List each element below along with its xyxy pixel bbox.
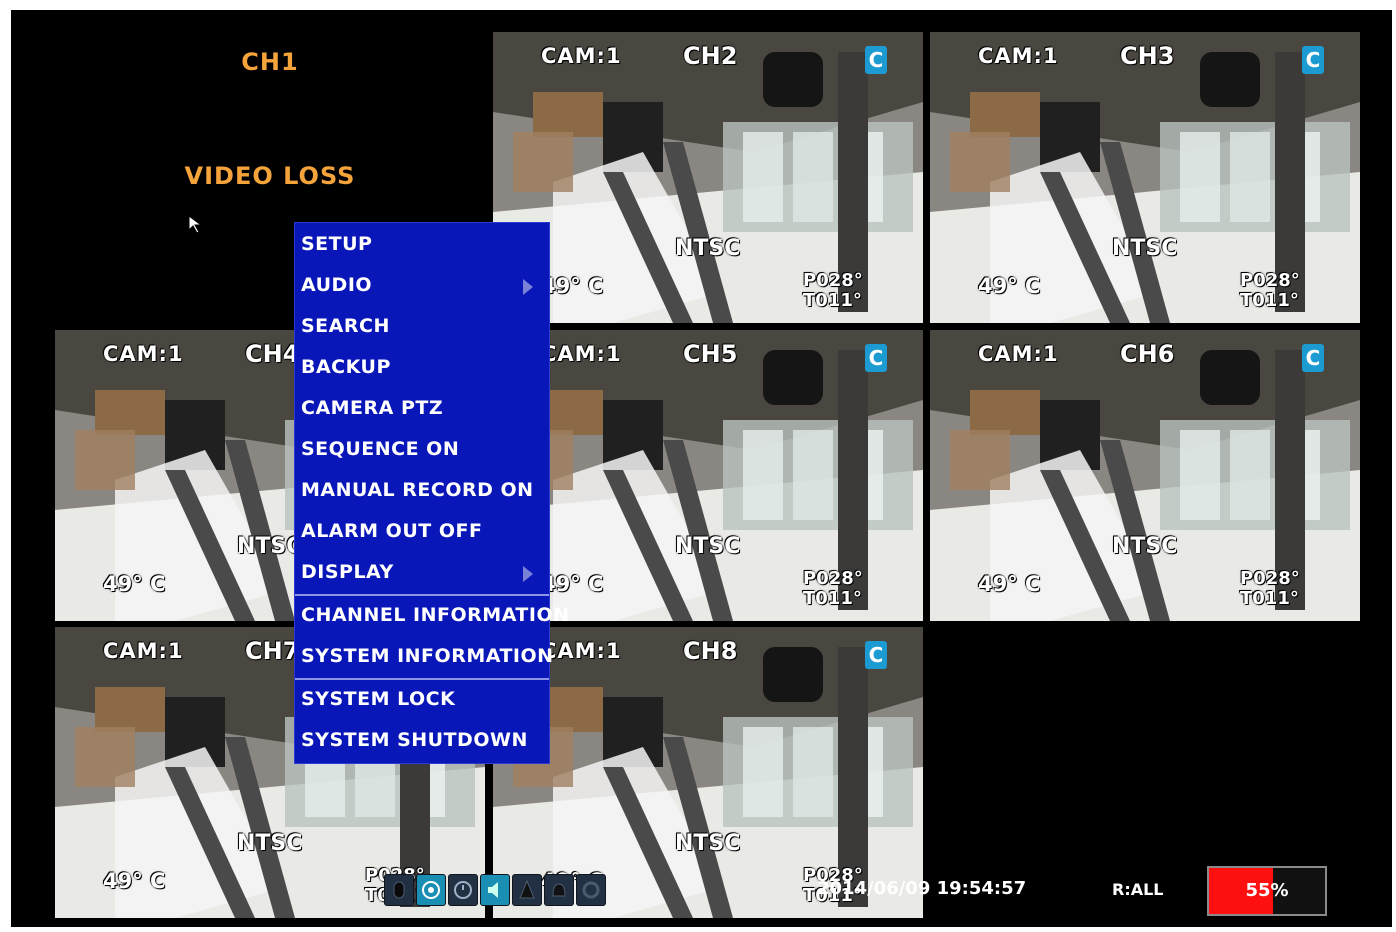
camera-status-badge: C bbox=[1302, 46, 1324, 74]
channel-label: CH2 bbox=[683, 42, 738, 70]
temperature-label: 49° C bbox=[978, 572, 1041, 596]
temperature-label: 49° C bbox=[978, 274, 1041, 298]
record-mode: R:ALL bbox=[1112, 880, 1164, 899]
bell-icon[interactable] bbox=[544, 874, 574, 906]
speaker-icon[interactable] bbox=[480, 874, 510, 906]
camera-status-badge: C bbox=[865, 641, 887, 669]
menu-item-display[interactable]: DISPLAY bbox=[301, 561, 394, 583]
pan-readout: P028° bbox=[803, 270, 863, 291]
submenu-arrow-icon bbox=[523, 279, 533, 295]
pan-readout: P028° bbox=[1240, 568, 1300, 589]
refresh-icon[interactable] bbox=[576, 874, 606, 906]
channel-label: CH7 bbox=[245, 637, 300, 665]
channel-label: CH8 bbox=[683, 637, 738, 665]
channel-label: CH3 bbox=[1120, 42, 1175, 70]
camera-tile[interactable]: CAM:1 CH5 NTSC 49° C P028° T011° C bbox=[493, 330, 923, 621]
camera-id-label: CAM:1 bbox=[103, 639, 184, 663]
temperature-label: 49° C bbox=[103, 572, 166, 596]
clock-icon[interactable] bbox=[448, 874, 478, 906]
menu-item-search[interactable]: SEARCH bbox=[301, 315, 390, 337]
temperature-label: 49° C bbox=[541, 572, 604, 596]
menu-item-audio[interactable]: AUDIO bbox=[301, 274, 372, 296]
camera-id-label: CAM:1 bbox=[103, 342, 184, 366]
record-icon[interactable] bbox=[416, 874, 446, 906]
context-menu: SETUP AUDIO SEARCH BACKUP CAMERA PTZ SEQ… bbox=[294, 222, 569, 764]
video-loss-label: VIDEO LOSS bbox=[184, 162, 356, 190]
menu-item-sequence[interactable]: SEQUENCE ON bbox=[301, 438, 459, 460]
channel-1-label: CH1 bbox=[241, 48, 299, 76]
camera-status-badge: C bbox=[1302, 344, 1324, 372]
camera-tile[interactable]: CAM:1 CH6 NTSC 49° C P028° T011° C bbox=[930, 330, 1360, 621]
hdd-usage-bar: 55% bbox=[1207, 866, 1327, 916]
menu-divider bbox=[295, 594, 549, 596]
hdd-usage-label: 55% bbox=[1245, 880, 1289, 901]
video-format-label: NTSC bbox=[675, 236, 741, 261]
submenu-arrow-icon bbox=[523, 566, 533, 582]
camera-id-label: CAM:1 bbox=[541, 44, 622, 68]
video-format-label: NTSC bbox=[237, 831, 303, 856]
menu-item-alarm-out[interactable]: ALARM OUT OFF bbox=[301, 520, 482, 542]
tilt-readout: T011° bbox=[803, 290, 862, 311]
camera-status-badge: C bbox=[865, 46, 887, 74]
video-format-label: NTSC bbox=[1112, 534, 1178, 559]
mouse-cursor-icon bbox=[189, 216, 203, 234]
tilt-readout: T011° bbox=[1240, 588, 1299, 609]
camera-id-label: CAM:1 bbox=[978, 342, 1059, 366]
menu-item-manual-record[interactable]: MANUAL RECORD ON bbox=[301, 479, 534, 501]
channel-label: CH5 bbox=[683, 340, 738, 368]
video-format-label: NTSC bbox=[675, 831, 741, 856]
temperature-label: 49° C bbox=[541, 274, 604, 298]
menu-item-backup[interactable]: BACKUP bbox=[301, 356, 391, 378]
menu-item-system-lock[interactable]: SYSTEM LOCK bbox=[301, 688, 455, 710]
tilt-readout: T011° bbox=[803, 588, 862, 609]
tilt-readout: T011° bbox=[1240, 290, 1299, 311]
camera-id-label: CAM:1 bbox=[978, 44, 1059, 68]
video-format-label: NTSC bbox=[1112, 236, 1178, 261]
camera-tile[interactable]: CAM:1 CH2 NTSC 49° C P028° T011° C bbox=[493, 32, 923, 323]
camera-status-badge: C bbox=[865, 344, 887, 372]
temperature-label: 49° C bbox=[103, 869, 166, 893]
menu-divider bbox=[295, 678, 549, 680]
menu-item-system-shutdown[interactable]: SYSTEM SHUTDOWN bbox=[301, 729, 528, 751]
menu-item-setup[interactable]: SETUP bbox=[301, 233, 372, 255]
camera-tile[interactable]: CAM:1 CH3 NTSC 49° C P028° T011° C bbox=[930, 32, 1360, 323]
video-format-label: NTSC bbox=[675, 534, 741, 559]
date-time: 2014/06/09 19:54:57 bbox=[817, 878, 1027, 899]
mouse-icon[interactable] bbox=[384, 874, 414, 906]
pan-readout: P028° bbox=[803, 568, 863, 589]
pan-readout: P028° bbox=[1240, 270, 1300, 291]
menu-item-camera-ptz[interactable]: CAMERA PTZ bbox=[301, 397, 443, 419]
menu-item-system-information[interactable]: SYSTEM INFORMATION bbox=[301, 645, 554, 667]
alarm-icon[interactable] bbox=[512, 874, 542, 906]
camera-id-label: CAM:1 bbox=[541, 342, 622, 366]
channel-label: CH4 bbox=[245, 340, 300, 368]
channel-label: CH6 bbox=[1120, 340, 1175, 368]
menu-item-channel-information[interactable]: CHANNEL INFORMATION bbox=[301, 604, 570, 626]
video-format-label: NTSC bbox=[237, 534, 303, 559]
